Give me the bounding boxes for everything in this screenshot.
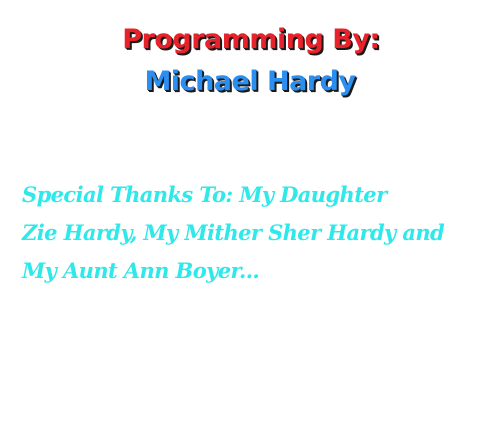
- programming-by-heading: Programming By:: [122, 24, 380, 55]
- thanks-line-3: My Aunt Ann Boyer...: [22, 258, 260, 283]
- author-name: Michael Hardy: [144, 66, 356, 97]
- thanks-line-2: Zie Hardy, My Mither Sher Hardy and: [22, 220, 445, 245]
- credits-screen: Programming By: Michael Hardy Special Th…: [0, 0, 494, 446]
- special-thanks-text: Special Thanks To: My Daughter Zie Hardy…: [22, 176, 492, 290]
- thanks-line-1: Special Thanks To: My Daughter: [22, 182, 387, 207]
